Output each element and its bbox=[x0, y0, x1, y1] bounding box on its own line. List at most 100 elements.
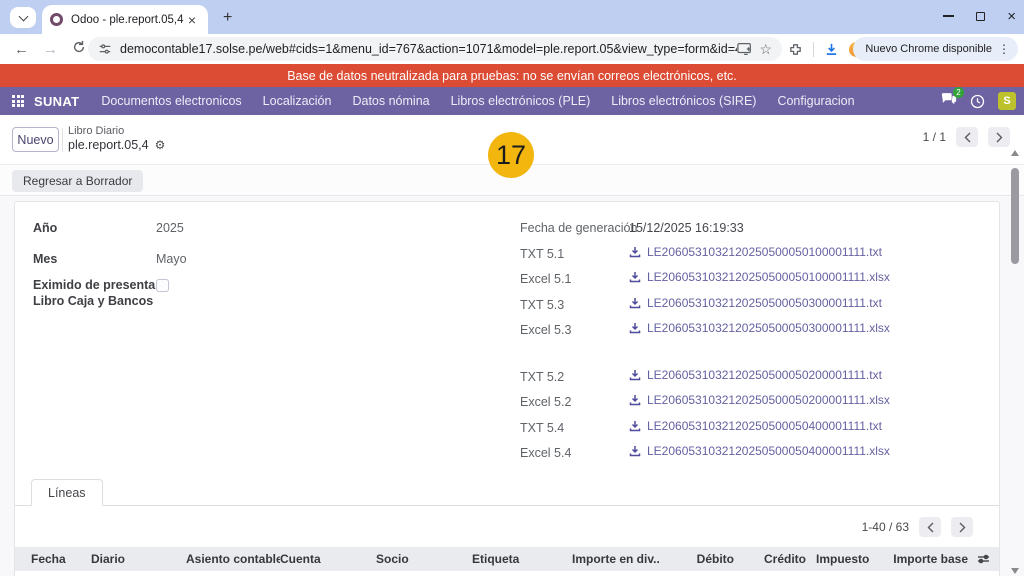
tab-lineas[interactable]: Líneas bbox=[31, 479, 103, 506]
record-pager-count: 1 / 1 bbox=[923, 130, 946, 144]
exempt-label-line1: Eximido de presenta bbox=[33, 278, 155, 292]
new-record-button[interactable]: Nuevo bbox=[12, 127, 59, 152]
menu-libros-ple[interactable]: Libros electrónicos (PLE) bbox=[451, 94, 591, 108]
extensions-icon[interactable] bbox=[788, 42, 803, 57]
screen: Odoo - ple.report.05,4 × + × ← → democon… bbox=[0, 0, 1024, 576]
file-link[interactable]: LE2060531032120250500050400001111.txt bbox=[647, 419, 882, 433]
back-to-draft-button[interactable]: Regresar a Borrador bbox=[12, 170, 143, 192]
menu-documentos-electronicos[interactable]: Documentos electronicos bbox=[101, 94, 241, 108]
apps-grid-icon[interactable] bbox=[12, 95, 24, 107]
downloads-icon[interactable] bbox=[824, 42, 839, 57]
tab-search-button[interactable] bbox=[10, 7, 36, 28]
year-label: Año bbox=[33, 221, 57, 235]
file-row: LE2060531032120250500050100001111.xlsx bbox=[629, 270, 890, 284]
column-header-cuenta[interactable]: Cuenta bbox=[280, 552, 376, 566]
column-header-asiento-contable[interactable]: Asiento contable bbox=[186, 552, 280, 566]
file-row: LE2060531032120250500050200001111.xlsx bbox=[629, 393, 890, 407]
odoo-favicon-icon bbox=[50, 13, 63, 26]
column-header-etiqueta[interactable]: Etiqueta bbox=[472, 552, 572, 566]
list-pager: 1-40 / 63 bbox=[862, 517, 973, 537]
column-header-impuesto[interactable]: Impuesto bbox=[806, 552, 876, 566]
file-label: Excel 5.1 bbox=[520, 272, 571, 286]
scrollbar-thumb[interactable] bbox=[1011, 168, 1019, 264]
download-icon[interactable] bbox=[629, 369, 641, 381]
download-icon[interactable] bbox=[629, 420, 641, 432]
file-label: Excel 5.2 bbox=[520, 395, 571, 409]
forward-icon[interactable]: → bbox=[43, 41, 58, 58]
file-link[interactable]: LE2060531032120250500050100001111.xlsx bbox=[647, 270, 890, 284]
generation-date-value: 15/12/2025 16:19:33 bbox=[629, 221, 744, 235]
window-maximize-icon[interactable] bbox=[976, 12, 985, 21]
download-icon[interactable] bbox=[629, 445, 641, 457]
file-link[interactable]: LE2060531032120250500050200001111.txt bbox=[647, 368, 882, 382]
lines-table-header: Fecha Diario Asiento contable Cuenta Soc… bbox=[15, 547, 999, 571]
activities-clock-icon[interactable] bbox=[970, 94, 985, 109]
menu-localizacion[interactable]: Localización bbox=[263, 94, 332, 108]
scrollbar-up-icon[interactable] bbox=[1011, 150, 1019, 156]
browser-tabstrip: Odoo - ple.report.05,4 × + × bbox=[0, 0, 1024, 34]
pager-previous-button[interactable] bbox=[956, 127, 978, 147]
app-brand[interactable]: SUNAT bbox=[34, 94, 79, 109]
download-icon[interactable] bbox=[629, 297, 641, 309]
download-icon[interactable] bbox=[629, 246, 641, 258]
download-icon[interactable] bbox=[629, 322, 641, 334]
menu-libros-sire[interactable]: Libros electrónicos (SIRE) bbox=[611, 94, 756, 108]
column-header-socio[interactable]: Socio bbox=[376, 552, 472, 566]
download-icon[interactable] bbox=[629, 394, 641, 406]
column-header-diario[interactable]: Diario bbox=[91, 552, 186, 566]
tab-title: Odoo - ple.report.05,4 bbox=[71, 14, 184, 26]
window-minimize-icon[interactable] bbox=[943, 15, 954, 17]
gear-icon[interactable]: ⚙ bbox=[155, 138, 166, 152]
browser-toolbar: ← → democontable17.solse.pe/web#cids=1&m… bbox=[0, 34, 1024, 64]
year-value[interactable]: 2025 bbox=[156, 221, 184, 235]
file-label: Excel 5.3 bbox=[520, 323, 571, 337]
chrome-update-button[interactable]: Nuevo Chrome disponible ⋮ bbox=[853, 37, 1018, 61]
breadcrumb-parent[interactable]: Libro Diario bbox=[68, 125, 165, 137]
reload-icon[interactable] bbox=[72, 40, 86, 58]
file-label: TXT 5.4 bbox=[520, 421, 564, 435]
new-tab-button[interactable]: + bbox=[218, 8, 237, 28]
column-header-fecha[interactable]: Fecha bbox=[31, 552, 91, 566]
list-pager-next-button[interactable] bbox=[951, 517, 973, 537]
scrollbar[interactable] bbox=[1009, 148, 1022, 576]
breadcrumb: Libro Diario ple.report.05,4 ⚙ bbox=[68, 125, 165, 152]
column-header-debito[interactable]: Débito bbox=[660, 552, 734, 566]
column-header-importe-divisa[interactable]: Importe en div... bbox=[572, 552, 660, 566]
optional-columns-icon[interactable] bbox=[968, 553, 998, 565]
window-close-icon[interactable]: × bbox=[1007, 9, 1016, 24]
cast-icon[interactable] bbox=[737, 42, 753, 56]
file-link[interactable]: LE2060531032120250500050200001111.xlsx bbox=[647, 393, 890, 407]
file-link[interactable]: LE2060531032120250500050100001111.txt bbox=[647, 245, 882, 259]
url-bar[interactable]: democontable17.solse.pe/web#cids=1&menu_… bbox=[88, 37, 782, 61]
tab-close-icon[interactable]: × bbox=[184, 11, 200, 29]
file-row: LE2060531032120250500050200001111.txt bbox=[629, 368, 882, 382]
odoo-navbar: SUNAT Documentos electronicos Localizaci… bbox=[0, 87, 1024, 115]
pager-next-button[interactable] bbox=[988, 127, 1010, 147]
scrollbar-down-icon[interactable] bbox=[1011, 568, 1019, 574]
bookmark-star-icon[interactable]: ☆ bbox=[759, 41, 772, 58]
file-link[interactable]: LE2060531032120250500050400001111.xlsx bbox=[647, 444, 890, 458]
column-header-importe-base[interactable]: Importe base bbox=[876, 552, 968, 566]
breadcrumb-separator bbox=[62, 128, 63, 152]
file-row: LE2060531032120250500050300001111.xlsx bbox=[629, 321, 890, 335]
neutralized-db-banner: Base de datos neutralizada para pruebas:… bbox=[0, 64, 1024, 87]
column-header-credito[interactable]: Crédito bbox=[734, 552, 806, 566]
toolbar-separator bbox=[813, 42, 814, 57]
menu-datos-nomina[interactable]: Datos nómina bbox=[352, 94, 429, 108]
file-link[interactable]: LE2060531032120250500050300001111.txt bbox=[647, 296, 882, 310]
browser-tab[interactable]: Odoo - ple.report.05,4 × bbox=[42, 5, 208, 34]
back-icon[interactable]: ← bbox=[14, 41, 29, 58]
messages-button[interactable]: 2 bbox=[941, 92, 957, 110]
menu-configuracion[interactable]: Configuracion bbox=[777, 94, 854, 108]
exempt-checkbox[interactable] bbox=[156, 279, 169, 292]
user-avatar[interactable]: S bbox=[998, 92, 1016, 110]
chrome-update-label: Nuevo Chrome disponible bbox=[865, 43, 992, 55]
file-link[interactable]: LE2060531032120250500050300001111.xlsx bbox=[647, 321, 890, 335]
browser-menu-icon[interactable]: ⋮ bbox=[998, 42, 1010, 56]
download-icon[interactable] bbox=[629, 271, 641, 283]
site-info-icon[interactable] bbox=[98, 42, 112, 56]
file-row: LE2060531032120250500050300001111.txt bbox=[629, 296, 882, 310]
annotation-marker-17: 17 bbox=[488, 132, 534, 178]
list-pager-previous-button[interactable] bbox=[919, 517, 941, 537]
month-value[interactable]: Mayo bbox=[156, 252, 187, 266]
